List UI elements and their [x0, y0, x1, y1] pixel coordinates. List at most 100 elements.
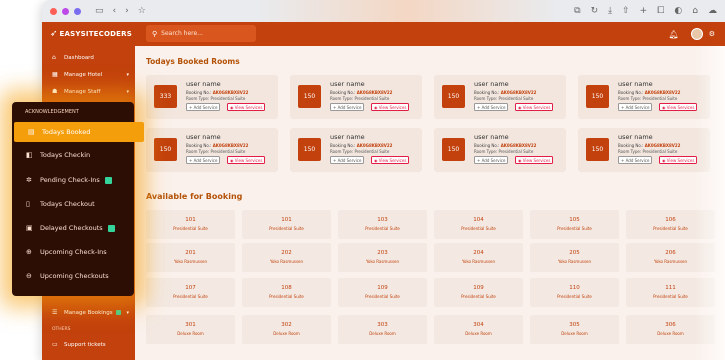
app-header: ➶ EASYSITECODERS ⚲ 🔔︎ ⚙ — [42, 22, 725, 46]
eye-icon: ◉ — [662, 157, 666, 163]
view-services-button[interactable]: ◉ View Services — [659, 103, 698, 111]
close-dot[interactable] — [50, 7, 57, 15]
back-icon[interactable]: ‹ — [113, 6, 117, 16]
add-service-button[interactable]: + Add Service — [330, 103, 365, 111]
add-service-button[interactable]: + Add Service — [474, 156, 509, 164]
available-room-tile[interactable]: 101 Presidential Suite — [242, 210, 331, 239]
menu-item-upcoming-checkouts[interactable]: ⊖ Upcoming Checkouts — [12, 266, 134, 286]
available-room-tile[interactable]: 202 Yoko Rasmussen — [242, 243, 331, 272]
bookmark-star-icon[interactable]: ☆ — [138, 6, 146, 16]
chevron-down-icon: ▾ — [126, 309, 129, 316]
room-number: 103 — [377, 217, 388, 223]
zoom-dot[interactable] — [74, 7, 81, 15]
available-room-tile[interactable]: 108 Presidential Suite — [242, 278, 331, 307]
home-icon[interactable]: ⌂ — [692, 6, 698, 16]
sidebar-item-dashboard[interactable]: ⌂ Dashboard — [42, 49, 135, 66]
available-room-tile[interactable]: 204 Yoko Rasmussen — [434, 243, 523, 272]
menu-item-pending-check-ins[interactable]: ✲ Pending Check-Ins — [12, 170, 134, 190]
room-type: Room Type: Presidential Suite — [618, 149, 678, 154]
new-tab-icon[interactable]: + — [640, 6, 648, 16]
delay-calendar-icon: ▣ — [26, 224, 33, 232]
sidebar-item-manage-staff[interactable]: ☗ Manage Staff ▾ — [42, 83, 135, 100]
available-room-tile[interactable]: 205 Yoko Rasmussen — [530, 243, 619, 272]
minimize-dot[interactable] — [62, 7, 69, 15]
add-service-button[interactable]: + Add Service — [474, 103, 509, 111]
available-room-tile[interactable]: 104 Presidential Suite — [434, 210, 523, 239]
available-room-tile[interactable]: 303 Deluxe Room — [338, 315, 427, 344]
chevron-down-icon: ▾ — [126, 71, 129, 78]
available-room-tile[interactable]: 302 Deluxe Room — [242, 315, 331, 344]
forward-icon[interactable]: › — [125, 6, 129, 16]
room-type: Room Type: Presidential Suite — [618, 96, 678, 101]
room-number: 304 — [473, 322, 484, 328]
booked-room-card[interactable]: 150 user name Booking No.: AK0G8KBX8V22 … — [146, 128, 278, 172]
view-services-button[interactable]: ◉ View Services — [227, 156, 266, 164]
available-room-tile[interactable]: 105 Presidential Suite — [530, 210, 619, 239]
menu-item-upcoming-check-ins[interactable]: ⊕ Upcoming Check-Ins — [12, 242, 134, 262]
available-room-tile[interactable]: 304 Deluxe Room — [434, 315, 523, 344]
add-service-button[interactable]: + Add Service — [186, 156, 221, 164]
room-number: 301 — [185, 322, 196, 328]
available-room-tile[interactable]: 109 Presidential Suite — [434, 278, 523, 307]
download-icon[interactable]: ⤓ — [608, 6, 612, 16]
available-room-tile[interactable]: 107 Presidential Suite — [146, 278, 235, 307]
sidebar-toggle-icon[interactable]: ▭ — [95, 6, 104, 16]
menu-item-todays-checkin[interactable]: ◧ Todays Checkin — [12, 145, 134, 165]
add-service-button[interactable]: + Add Service — [330, 156, 365, 164]
view-services-button[interactable]: ◉ View Services — [371, 156, 410, 164]
tabs-icon[interactable]: ⧠ — [657, 6, 664, 16]
menu-item-todays-booked[interactable]: ▤ Todays Booked — [14, 122, 144, 142]
view-services-button[interactable]: ◉ View Services — [515, 156, 554, 164]
available-room-tile[interactable]: 109 Presidential Suite — [338, 278, 427, 307]
booked-room-card[interactable]: 333 user name Booking No.: AK0G8KBX8V22 … — [146, 75, 278, 119]
available-room-tile[interactable]: 201 Yoko Rasmussen — [146, 243, 235, 272]
logo-bird-icon: ➶ — [50, 29, 58, 39]
room-number-badge: 150 — [154, 138, 177, 161]
share-icon[interactable]: ⇧ — [622, 6, 630, 16]
search-input[interactable] — [161, 30, 252, 37]
booked-room-card[interactable]: 150 user name Booking No.: AK0G8KBX8V22 … — [578, 75, 710, 119]
add-service-button[interactable]: + Add Service — [186, 103, 221, 111]
booked-room-card[interactable]: 150 user name Booking No.: AK0G8KBX8V22 … — [290, 128, 422, 172]
booked-room-card[interactable]: 150 user name Booking No.: AK0G8KBX8V22 … — [290, 75, 422, 119]
notification-bell-icon[interactable]: 🔔︎ — [669, 30, 679, 39]
refresh-icon[interactable]: ↻ — [591, 6, 599, 16]
view-services-button[interactable]: ◉ View Services — [515, 103, 554, 111]
available-room-tile[interactable]: 103 Presidential Suite — [338, 210, 427, 239]
add-service-button[interactable]: + Add Service — [618, 156, 653, 164]
translate-icon[interactable]: ⧉ — [574, 6, 580, 16]
room-type: Yoko Rasmussen — [461, 259, 496, 264]
address-bar[interactable] — [257, 0, 557, 22]
search-icon: ⚲ — [152, 29, 158, 38]
theme-icon[interactable]: ◐ — [674, 6, 682, 16]
available-room-tile[interactable]: 110 Presidential Suite — [530, 278, 619, 307]
booked-room-card[interactable]: 150 user name Booking No.: AK0G8KBX8V22 … — [434, 75, 566, 119]
menu-item-delayed-checkouts[interactable]: ▣ Delayed Checkouts — [12, 218, 134, 238]
view-services-button[interactable]: ◉ View Services — [371, 103, 410, 111]
search-box[interactable]: ⚲ — [146, 25, 256, 42]
booked-room-card[interactable]: 150 user name Booking No.: AK0G8KBX8V22 … — [434, 128, 566, 172]
view-services-button[interactable]: ◉ View Services — [227, 103, 266, 111]
sidebar-item-manage-bookings[interactable]: ☰ Manage Bookings ▾ — [42, 304, 135, 321]
logo[interactable]: ➶ EASYSITECODERS — [42, 29, 134, 39]
sidebar-item-support-tickets[interactable]: ▭ Support tickets — [42, 336, 135, 353]
booked-room-card[interactable]: 150 user name Booking No.: AK0G8KBX8V22 … — [578, 128, 710, 172]
view-services-label: View Services — [378, 104, 407, 110]
room-number: 205 — [569, 250, 580, 256]
settings-gear-icon[interactable]: ⚙ — [709, 30, 715, 38]
menu-item-todays-checkout[interactable]: ▯ Todays Checkout — [12, 194, 134, 214]
available-room-tile[interactable]: 305 Deluxe Room — [530, 315, 619, 344]
available-room-tile[interactable]: 301 Deluxe Room — [146, 315, 235, 344]
available-room-tile[interactable]: 203 Yoko Rasmussen — [338, 243, 427, 272]
room-number-badge: 150 — [586, 85, 609, 108]
add-service-button[interactable]: + Add Service — [618, 103, 653, 111]
available-room-tile[interactable]: 101 Presidential Suite — [146, 210, 235, 239]
view-services-button[interactable]: ◉ View Services — [659, 156, 698, 164]
cloud-icon[interactable]: ☁ — [708, 6, 717, 16]
room-type: Presidential Suite — [173, 294, 208, 299]
home-icon: ⌂ — [52, 54, 56, 61]
avatar[interactable] — [690, 28, 703, 40]
room-number: 108 — [281, 285, 292, 291]
sidebar-item-manage-hotel[interactable]: ▦ Manage Hotel ▾ — [42, 66, 135, 83]
view-services-label: View Services — [666, 157, 695, 163]
